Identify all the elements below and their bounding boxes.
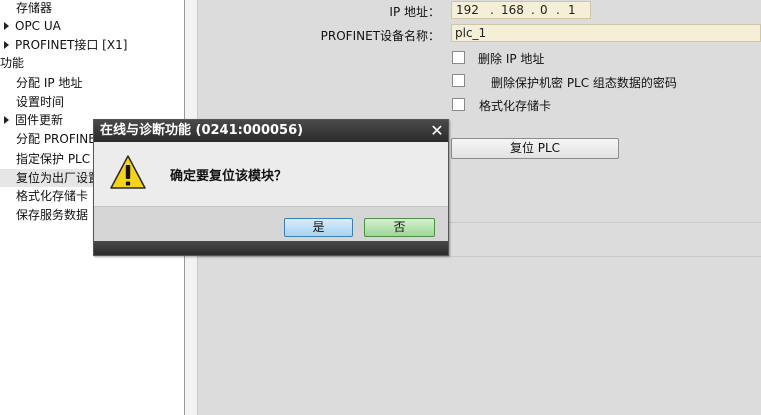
delete-password-checkbox[interactable]: [452, 74, 465, 87]
expand-arrow-icon[interactable]: [4, 116, 9, 124]
yes-button[interactable]: 是: [284, 218, 353, 237]
delete-ip-label: 删除 IP 地址: [478, 52, 545, 66]
ip-octet-2[interactable]: 168: [501, 2, 524, 18]
dialog-button-bar: 是 否: [94, 206, 448, 241]
nav-item-label: 分配 IP 地址: [16, 76, 83, 90]
nav-item-format-card[interactable]: 格式化存储卡: [16, 187, 88, 205]
close-icon[interactable]: ✕: [428, 122, 446, 140]
nav-item-label: 格式化存储卡: [16, 189, 89, 203]
delete-password-label: 删除保护机密 PLC 组态数据的密码: [491, 76, 677, 90]
nav-item-firmware-update[interactable]: 固件更新: [4, 111, 63, 129]
nav-item-label: 复位为出厂设置: [16, 171, 101, 185]
nav-item-label: OPC UA: [15, 19, 61, 33]
warning-icon: [110, 155, 146, 189]
expand-arrow-icon[interactable]: [4, 22, 9, 30]
nav-item-set-time[interactable]: 设置时间: [16, 93, 64, 111]
nav-item-label: 固件更新: [15, 113, 64, 127]
ip-address-field[interactable]: 192 . 168 . 0 . 1: [451, 1, 591, 19]
nav-item-label: 设置时间: [16, 95, 65, 109]
dialog-bottom-bar: [94, 241, 448, 255]
ip-octet-4[interactable]: 1: [568, 2, 576, 18]
profinet-name-label: PROFINET设备名称：: [320, 29, 440, 43]
format-card-label: 格式化存储卡: [479, 99, 552, 113]
nav-item-assign-ip[interactable]: 分配 IP 地址: [16, 74, 82, 92]
nav-item-label: PROFINET接口 [X1]: [15, 38, 128, 52]
nav-item-assign-profinet[interactable]: 分配 PROFINET: [16, 130, 103, 148]
ip-address-label: IP 地址：: [389, 5, 440, 19]
delete-ip-checkbox[interactable]: [452, 51, 465, 64]
nav-item-label: 分配 PROFINET: [16, 132, 104, 146]
nav-item-save-service-data[interactable]: 保存服务数据: [16, 206, 88, 224]
nav-item-opcua[interactable]: OPC UA: [4, 17, 61, 35]
expand-arrow-icon[interactable]: [4, 41, 9, 49]
dialog-message: 确定要复位该模块？: [170, 169, 288, 184]
dialog-body: 确定要复位该模块？: [94, 142, 448, 206]
nav-item-memory[interactable]: 存储器: [16, 0, 52, 17]
ip-octet-1[interactable]: 192: [456, 2, 479, 18]
dialog-title: 在线与诊断功能 (0241:000056): [100, 123, 304, 138]
nav-item-label: 存储器: [16, 1, 53, 15]
ip-octet-3[interactable]: 0: [540, 2, 548, 18]
no-button[interactable]: 否: [364, 218, 435, 237]
section-divider: [199, 256, 761, 257]
ip-dot: .: [531, 3, 535, 17]
ip-dot: .: [556, 3, 560, 17]
nav-item-label: 保存服务数据: [16, 208, 89, 222]
nav-item-profinet-interface[interactable]: PROFINET接口 [X1]: [4, 36, 127, 54]
nav-item-label: 功能: [0, 56, 25, 70]
confirm-dialog: 在线与诊断功能 (0241:000056) ✕ 确定要复位该模块？ 是 否: [93, 119, 449, 256]
ip-dot: .: [490, 3, 494, 17]
dialog-title-bar[interactable]: 在线与诊断功能 (0241:000056): [94, 120, 448, 142]
nav-item-functions[interactable]: 功能: [0, 54, 24, 72]
profinet-device-name-field[interactable]: plc_1: [451, 24, 761, 42]
format-card-checkbox[interactable]: [452, 98, 465, 111]
reset-plc-button[interactable]: 复位 PLC: [451, 138, 619, 159]
